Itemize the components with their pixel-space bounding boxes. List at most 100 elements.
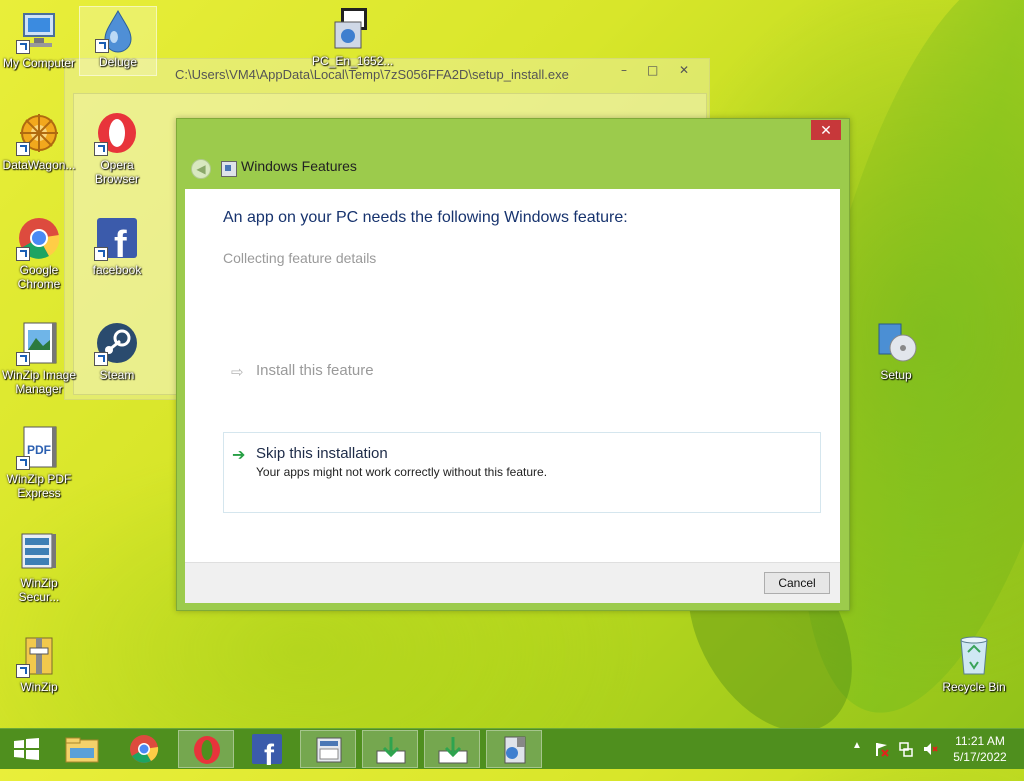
arrow-right-icon: ⇨: [231, 363, 244, 381]
opera-icon: [94, 110, 140, 156]
winzip-image-icon: [16, 320, 62, 366]
winzip-icon: [16, 632, 62, 678]
pdf-icon: PDF: [16, 424, 62, 470]
desktop-icon-label: facebook: [92, 263, 142, 277]
cancel-button[interactable]: Cancel: [764, 572, 830, 594]
shortcut-arrow-icon: [16, 664, 30, 678]
taskbar-installer[interactable]: [486, 730, 542, 768]
dialog-footer: Cancel: [185, 562, 840, 603]
shortcut-arrow-icon: [94, 142, 108, 156]
desktop-icon-installer[interactable]: PC_En_1652...: [312, 6, 394, 68]
desktop-icon-label: WinZip Secur...: [18, 576, 60, 604]
desktop-icon-label: WinZip Image Manager: [1, 368, 77, 396]
shortcut-arrow-icon: [16, 142, 30, 156]
taskbar-clock[interactable]: 11:21 AM 5/17/2022: [942, 733, 1018, 765]
desktop-icon-label: WinZip PDF Express: [6, 472, 72, 500]
windows-features-dialog[interactable]: ✕ ◀ Windows Features An app on your PC n…: [176, 118, 850, 611]
taskbar-facebook[interactable]: f: [240, 730, 296, 772]
windows-features-icon: [221, 161, 237, 177]
download-icon: [438, 737, 468, 764]
desktop-icon-steam[interactable]: Steam: [79, 320, 155, 382]
desktop-icon-label: Google Chrome: [17, 263, 61, 291]
dialog-heading: An app on your PC needs the following Wi…: [223, 209, 628, 226]
installer-icon: [327, 6, 373, 52]
shortcut-arrow-icon: [16, 40, 30, 54]
taskbar-chrome[interactable]: [116, 730, 172, 768]
svg-text:PDF: PDF: [27, 443, 51, 457]
desktop-icon-label: My Computer: [2, 56, 76, 70]
show-hidden-icons-icon[interactable]: ▲: [852, 740, 862, 780]
background-window-title: C:\Users\VM4\AppData\Local\Temp\7zS056FF…: [175, 67, 569, 82]
back-arrow-icon[interactable]: ◀: [191, 159, 211, 179]
deluge-icon: [95, 7, 141, 53]
network-icon[interactable]: [898, 741, 914, 781]
desktop-icon-label: Recycle Bin: [942, 680, 1006, 694]
dialog-close-button[interactable]: ✕: [811, 120, 841, 140]
volume-muted-icon[interactable]: [922, 741, 938, 781]
dialog-content: An app on your PC needs the following Wi…: [185, 189, 840, 562]
skip-installation-option[interactable]: ➔ Skip this installation Your apps might…: [223, 432, 821, 513]
shortcut-arrow-icon: [94, 352, 108, 366]
facebook-icon: f: [94, 215, 140, 266]
taskbar: f ▲ 11:21 AM 5/17/2022: [0, 728, 1024, 772]
desktop-icon-label: Setup: [880, 368, 912, 382]
maximize-button[interactable]: □: [647, 63, 658, 77]
setup-icon: [873, 320, 919, 366]
shortcut-arrow-icon: [16, 247, 30, 261]
shortcut-arrow-icon: [16, 352, 30, 366]
desktop-icon-winzip-pdf-express[interactable]: PDF WinZip PDF Express: [1, 424, 77, 500]
clock-date: 5/17/2022: [953, 750, 1007, 764]
winzip-secure-icon: [16, 528, 62, 574]
desktop-icon-label: Steam: [99, 368, 135, 382]
shortcut-arrow-icon: [95, 39, 109, 53]
taskbar-opera[interactable]: [178, 730, 234, 768]
desktop-icon-label: PC_En_1652...: [312, 54, 394, 68]
desktop-icon-deluge[interactable]: Deluge: [79, 6, 157, 76]
desktop-icon-label: WinZip: [20, 680, 58, 694]
close-button[interactable]: ✕: [679, 63, 689, 77]
download-icon: [376, 737, 406, 764]
taskbar-download-2[interactable]: [424, 730, 480, 768]
desktop-icon-label: Deluge: [98, 55, 138, 69]
install-feature-label: Install this feature: [256, 362, 374, 379]
desktop-icon-recycle-bin[interactable]: Recycle Bin: [936, 632, 1012, 694]
status-text: Collecting feature details: [223, 250, 377, 266]
taskbar-download-1[interactable]: [362, 730, 418, 768]
desktop-icon-label: Opera Browser: [94, 158, 139, 186]
skip-installation-description: Your apps might not work correctly witho…: [256, 465, 548, 479]
desktop-icon-facebook[interactable]: f facebook: [79, 215, 155, 277]
opera-icon: [194, 736, 220, 764]
chrome-icon: [130, 735, 159, 763]
desktop-icon-winzip[interactable]: WinZip: [1, 632, 77, 694]
svg-text:f: f: [264, 739, 275, 768]
svg-text:f: f: [114, 224, 127, 261]
start-icon: [14, 738, 39, 760]
action-center-icon[interactable]: [874, 741, 890, 781]
start-button[interactable]: [0, 730, 56, 768]
minimize-button[interactable]: –: [621, 63, 627, 77]
steam-icon: [94, 320, 140, 366]
installer-icon: [504, 736, 526, 764]
taskbar-file-explorer[interactable]: [54, 730, 110, 768]
desktop-icon-winzip-secure[interactable]: WinZip Secur...: [1, 528, 77, 604]
desktop-icon-winzip-image-manager[interactable]: WinZip Image Manager: [1, 320, 77, 396]
shortcut-arrow-icon: [16, 456, 30, 470]
desktop-icon-label: DataWagon...: [2, 158, 76, 172]
dialog-title: Windows Features: [241, 158, 357, 174]
computer-icon: [16, 8, 62, 54]
desktop-icon-chrome[interactable]: Google Chrome: [1, 215, 77, 291]
green-arrow-right-icon: ➔: [232, 445, 246, 464]
desktop-icon-opera[interactable]: Opera Browser: [79, 110, 155, 186]
app-window-icon: [316, 737, 342, 763]
desktop-icon-my-computer[interactable]: My Computer: [1, 8, 77, 70]
taskbar-app-window[interactable]: [300, 730, 356, 768]
desktop-icon-datawagon[interactable]: DataWagon...: [1, 110, 77, 172]
clock-time: 11:21 AM: [955, 734, 1005, 748]
shortcut-arrow-icon: [94, 247, 108, 261]
file-explorer-icon: [65, 737, 99, 763]
recycle-bin-icon: [951, 632, 997, 678]
chrome-icon: [16, 215, 62, 261]
datawagon-icon: [16, 110, 62, 156]
skip-installation-title: Skip this installation: [256, 445, 388, 462]
desktop-icon-setup[interactable]: Setup: [858, 320, 934, 382]
